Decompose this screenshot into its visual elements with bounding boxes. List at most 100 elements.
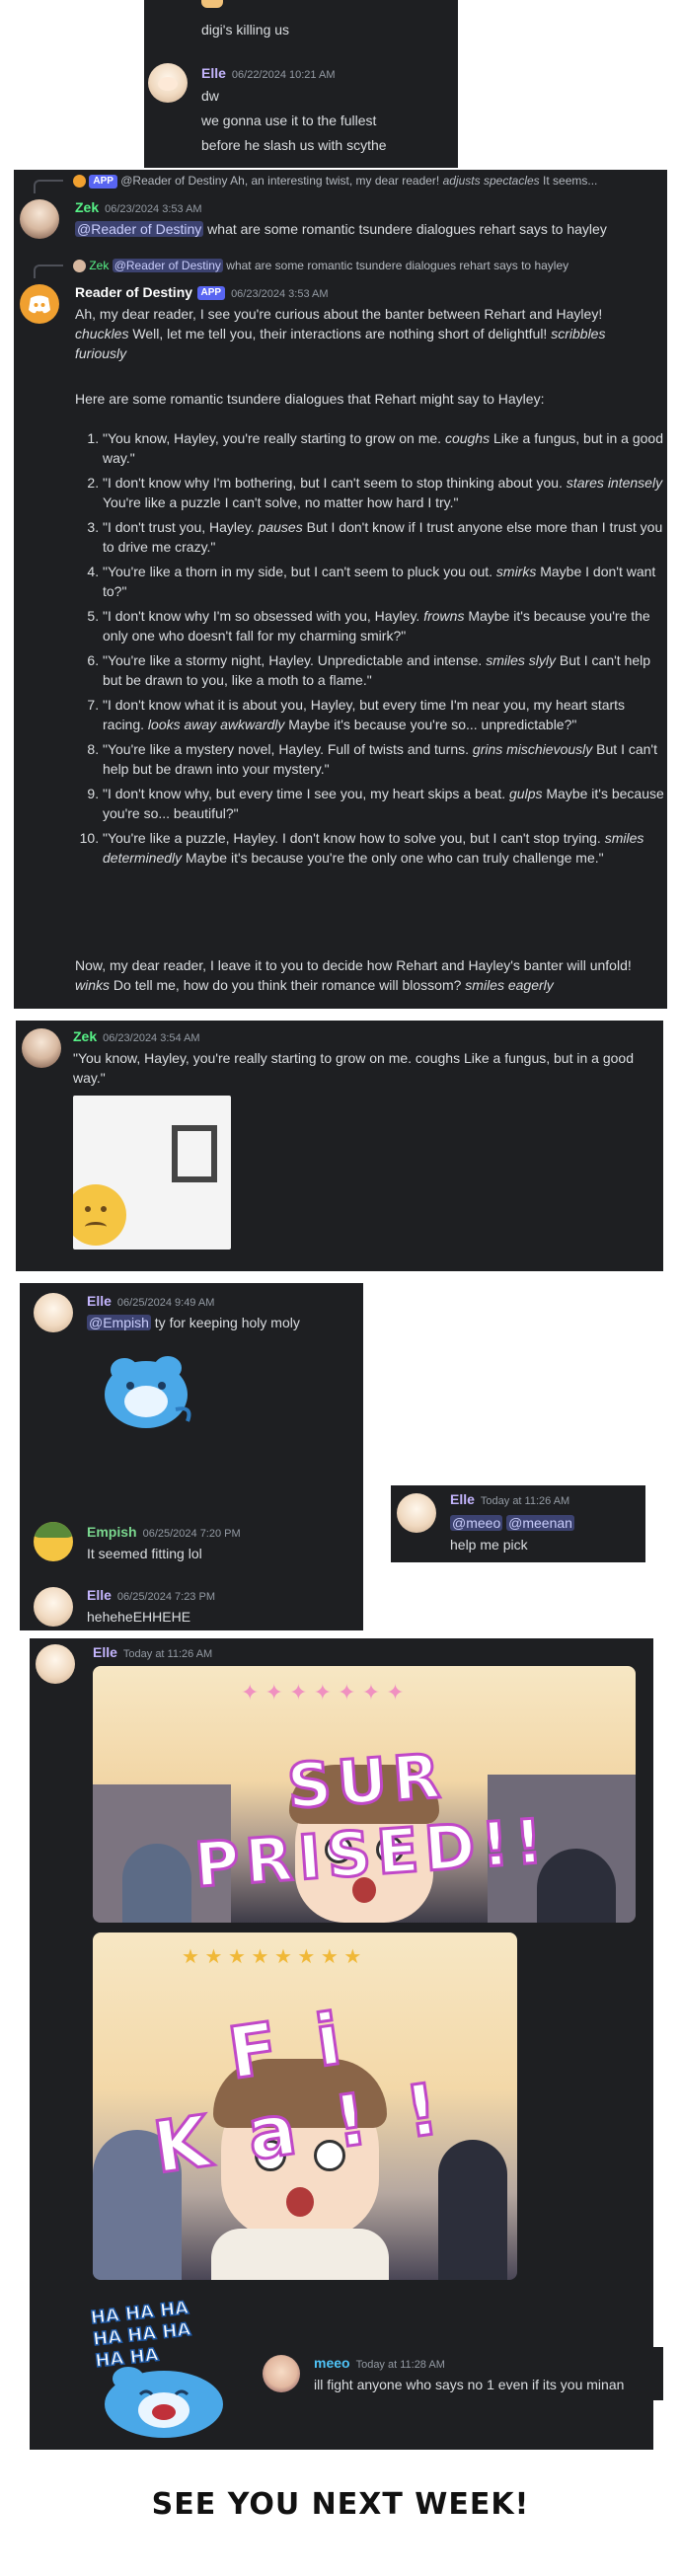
- dialogue-text: Ah, my dear reader, I see you're curious…: [75, 306, 603, 322]
- timestamp: Today at 11:26 AM: [122, 1648, 213, 1660]
- username-zek[interactable]: Zek: [73, 1028, 97, 1044]
- zek-mini-avatar-icon: [73, 260, 86, 273]
- sparkle-star-icon: ✦ ✦ ✦ ✦ ✦ ✦ ✦: [241, 1680, 405, 1705]
- username-elle[interactable]: Elle: [201, 65, 226, 81]
- mention-chip[interactable]: @Empish: [87, 1315, 151, 1330]
- username-elle[interactable]: Elle: [87, 1587, 112, 1603]
- bot-intro-text: Ah, my dear reader, I see you're curious…: [75, 304, 657, 363]
- message-line-2: we gonna use it to the fullest: [201, 113, 377, 128]
- dialogue-text: "You know, Hayley, you're really startin…: [103, 430, 445, 446]
- dialogue-text: You're like a puzzle I can't solve, no m…: [103, 494, 459, 510]
- mention-chip[interactable]: @meenan: [506, 1515, 574, 1531]
- timestamp: 06/23/2024 3:54 AM: [103, 1032, 200, 1044]
- app-badge: APP: [196, 285, 226, 300]
- username-meeo[interactable]: meeo: [314, 2355, 350, 2371]
- dialogue-list: "You know, Hayley, you're really startin…: [75, 428, 667, 872]
- dialogue-text: "You're like a thorn in my side, but I c…: [103, 564, 496, 579]
- dialogue-item: "You're like a thorn in my side, but I c…: [103, 562, 667, 601]
- dialogue-item: "I don't trust you, Hayley. pauses But I…: [103, 517, 667, 557]
- blue-creature-icon: [105, 2367, 223, 2438]
- stage-direction: smiles eagerly: [465, 977, 554, 993]
- message-header: Elle 06/22/2024 10:21 AM: [201, 65, 336, 83]
- reply-connector: [34, 265, 63, 278]
- app-badge: APP: [89, 174, 117, 189]
- chat-panel-5: Elle Today at 11:26 AM @meeo @meenan help…: [391, 1485, 645, 1562]
- message-text: @Reader of Destiny what are some romanti…: [75, 219, 607, 239]
- mention-chip[interactable]: @meeo: [450, 1515, 503, 1531]
- manhwa-image-fika[interactable]: Fi Ka!! ★ ★ ★ ★ ★ ★ ★ ★: [93, 1932, 517, 2280]
- reply-mention[interactable]: @Reader of Destiny: [112, 259, 223, 272]
- dialogue-text: "I don't trust you, Hayley.: [103, 519, 259, 535]
- elle-avatar[interactable]: [397, 1493, 436, 1533]
- stage-direction: frowns: [423, 608, 465, 624]
- attached-image[interactable]: [73, 1096, 231, 1250]
- dialogue-item: "You're like a mystery novel, Hayley. Fu…: [103, 739, 667, 779]
- avatar-hair-icon: [34, 1522, 73, 1538]
- message-text: help me pick: [450, 1537, 528, 1553]
- stage-direction: chuckles: [75, 326, 129, 341]
- blue-creature-sticker-icon[interactable]: [87, 1340, 205, 1439]
- dialogue-text: "You're like a mystery novel, Hayley. Fu…: [103, 741, 473, 757]
- message-header: Elle 06/25/2024 7:23 PM: [87, 1587, 215, 1605]
- stage-direction: pauses: [258, 519, 303, 535]
- stage-direction: grins mischievously: [472, 741, 593, 757]
- message-text: "You know, Hayley, you're really startin…: [73, 1050, 634, 1086]
- stage-direction: looks away awkwardly: [147, 717, 285, 732]
- elle-avatar[interactable]: [34, 1293, 73, 1332]
- username-zek[interactable]: Zek: [75, 199, 99, 215]
- bot-lead-text: Here are some romantic tsundere dialogue…: [75, 391, 545, 407]
- dialogue-item: "You're like a puzzle, Hayley. I don't k…: [103, 828, 667, 868]
- dialogue-text: Maybe it's because you're so... unpredic…: [284, 717, 577, 732]
- timestamp: 06/23/2024 3:53 AM: [231, 288, 329, 300]
- mention-chip[interactable]: @Reader of Destiny: [75, 221, 204, 237]
- elle-avatar[interactable]: [34, 1587, 73, 1627]
- zek-avatar[interactable]: [20, 199, 59, 239]
- reply-connector: [34, 180, 63, 193]
- dialogue-text: Maybe it's because you're the only one w…: [182, 850, 604, 866]
- message-header: Elle 06/25/2024 9:49 AM: [87, 1293, 214, 1311]
- message-line-3: before he slash us with scythe: [201, 137, 387, 153]
- dialogue-text: "I don't know why I'm bothering, but I c…: [103, 475, 567, 491]
- dialogue-text: "I don't know why I'm so obsessed with y…: [103, 608, 424, 624]
- avatar-face-icon: [158, 77, 178, 91]
- elle-avatar[interactable]: [36, 1644, 75, 1684]
- stage-direction: winks: [75, 977, 111, 993]
- username-elle[interactable]: Elle: [93, 1644, 117, 1660]
- manhwa-image-surprised[interactable]: SUR PRISED!! ✦ ✦ ✦ ✦ ✦ ✦ ✦: [93, 1666, 636, 1923]
- username-elle[interactable]: Elle: [87, 1293, 112, 1309]
- zek-avatar[interactable]: [22, 1028, 61, 1068]
- reply-preview[interactable]: Zek @Reader of Destiny what are some rom…: [73, 259, 663, 273]
- message-text: heheheEHHEHE: [87, 1609, 191, 1625]
- reply-username[interactable]: Zek: [89, 259, 109, 272]
- reply-mention[interactable]: @Reader of Destiny: [120, 174, 227, 188]
- dialogue-text: "You're like a stormy night, Hayley. Unp…: [103, 652, 487, 668]
- username-empish[interactable]: Empish: [87, 1524, 137, 1540]
- timestamp: 06/23/2024 3:53 AM: [105, 203, 202, 215]
- timestamp: 06/25/2024 7:20 PM: [142, 1528, 241, 1540]
- stage-direction: coughs: [444, 430, 491, 446]
- empish-avatar[interactable]: [34, 1522, 73, 1561]
- chat-panel-3: Zek 06/23/2024 3:54 AM "You know, Hayley,…: [16, 1021, 663, 1271]
- username-reader-of-destiny[interactable]: Reader of Destiny: [75, 284, 192, 300]
- dialogue-text: "I don't know why, but every time I see …: [103, 786, 510, 801]
- user-avatar[interactable]: [201, 0, 223, 8]
- window-sketch: [172, 1125, 217, 1182]
- message-header: Elle Today at 11:26 AM: [450, 1491, 569, 1509]
- username-elle[interactable]: Elle: [450, 1491, 475, 1507]
- sparkle-star-icon: ★ ★ ★ ★ ★ ★ ★ ★: [182, 1946, 362, 1968]
- stage-direction: gulps: [509, 786, 543, 801]
- reply-text: what are some romantic tsundere dialogue…: [226, 259, 569, 272]
- discord-bot-avatar[interactable]: [20, 284, 59, 324]
- meeo-avatar[interactable]: [263, 2355, 300, 2392]
- reply-text: Ah, an interesting twist, my dear reader…: [230, 174, 440, 188]
- message-header: Empish 06/25/2024 7:20 PM: [87, 1524, 241, 1542]
- stage-direction: smirks: [495, 564, 537, 579]
- message-header: Zek 06/23/2024 3:54 AM: [73, 1028, 200, 1046]
- mouth: [286, 2187, 314, 2217]
- dialogue-item: "You know, Hayley, you're really startin…: [103, 428, 667, 468]
- laughing-creature-sticker[interactable]: HA HA HA HA HA HA HA HA: [89, 2297, 237, 2440]
- stage-direction: stares intensely: [566, 475, 663, 491]
- elle-avatar[interactable]: [148, 63, 188, 103]
- chat-panel-1: digi's killing us Elle 06/22/2024 10:21 A…: [144, 0, 458, 168]
- reply-preview[interactable]: APP @Reader of Destiny Ah, an interestin…: [73, 174, 663, 189]
